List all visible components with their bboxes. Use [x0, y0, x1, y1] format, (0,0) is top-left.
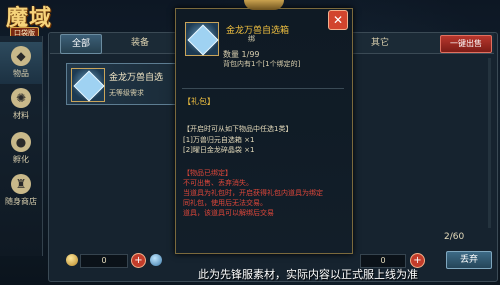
bag-capacity: 2/60 [444, 232, 465, 242]
tab-all[interactable]: 全部 [60, 34, 102, 54]
add-coin-button[interactable]: + [131, 253, 146, 268]
section-title: 【礼包】 [183, 97, 215, 106]
gift-option: [1]万兽归元自选箱 ×1 [183, 136, 255, 144]
popup-item-thumbnail [185, 22, 219, 56]
bound-warning: 当道具为礼包时，开启获得礼包内道具为绑定 [183, 189, 323, 197]
sidebar-item-items[interactable]: ◆ 物品 [0, 42, 42, 84]
sell-all-button[interactable]: 一键出售 [440, 35, 492, 53]
bag-icon: ◆ [11, 46, 31, 66]
bound-warning: 不可出售、丢弃消失。 [183, 179, 253, 187]
sidebar-item-materials[interactable]: ✺ 材料 [0, 84, 42, 126]
game-logo: 魔域 口袋版 [2, 0, 54, 40]
divider [182, 88, 344, 89]
bound-warning: 同礼包，使用后无法交易。 [183, 199, 267, 207]
bound-warning: 道具，该道具可以解绑后交易 [183, 209, 274, 217]
tab-other[interactable]: 其它 [360, 34, 400, 52]
sidebar-item-label: 材料 [13, 111, 29, 120]
scrollbar[interactable] [488, 58, 491, 228]
material-icon: ✺ [11, 88, 31, 108]
sidebar-item-label: 随身商店 [5, 197, 37, 206]
gift-option: [2]曜日金龙碎晶袋 ×1 [183, 146, 255, 154]
sidebar: ◆ 物品 ✺ 材料 ● 孵化 ♜ 随身商店 [0, 36, 43, 256]
shop-icon: ♜ [11, 174, 31, 194]
coin-icon [66, 254, 78, 266]
popup-ornament [244, 0, 284, 10]
gem-icon [187, 24, 219, 56]
sidebar-item-label: 物品 [13, 69, 29, 78]
egg-icon: ● [11, 132, 31, 152]
sidebar-item-hatch[interactable]: ● 孵化 [0, 128, 42, 170]
popup-item-name: 金龙万兽自选箱 [226, 26, 290, 36]
diamond-icon [150, 254, 162, 266]
popup-bag-info: 背包内有1个[1个绑定的] [223, 60, 301, 68]
gift-description: 【开启时可从如下物品中任选1类】 [183, 125, 293, 133]
close-icon[interactable]: ✕ [328, 10, 348, 30]
list-item[interactable]: 金龙万兽自选 无等级需求 [66, 63, 180, 105]
bound-warning: 【物品已绑定】 [183, 169, 232, 177]
item-thumbnail [71, 68, 105, 102]
coin-value: 0 [80, 254, 128, 268]
gem-icon [73, 70, 105, 102]
watermark-text: 此为先锋服素材，实际内容以正式服上线为准 [198, 268, 418, 281]
item-requirement: 无等级需求 [109, 89, 144, 97]
tab-equipment[interactable]: 装备 [120, 34, 160, 52]
discard-button[interactable]: 丢弃 [446, 251, 492, 269]
sidebar-item-label: 孵化 [13, 155, 29, 164]
bind-tag: 绑 [248, 35, 255, 43]
item-name: 金龙万兽自选 [109, 73, 164, 83]
sidebar-item-shop[interactable]: ♜ 随身商店 [0, 170, 42, 212]
